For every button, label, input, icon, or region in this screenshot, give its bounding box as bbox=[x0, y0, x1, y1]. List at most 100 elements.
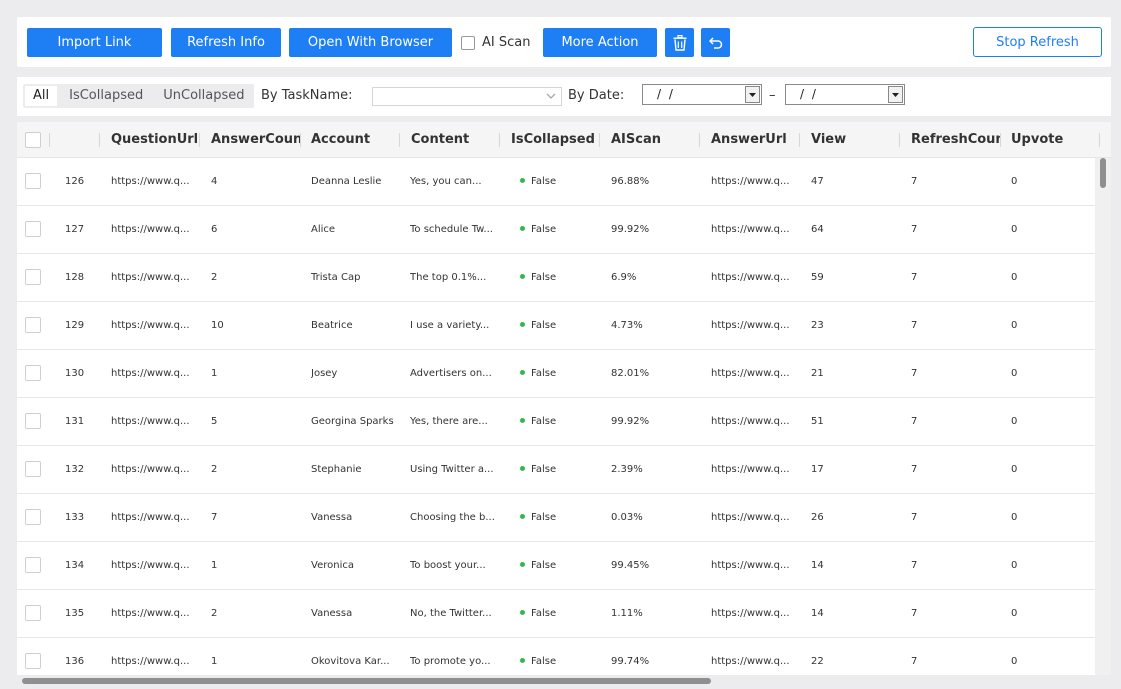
answer-url-cell[interactable]: https://www.q... bbox=[711, 494, 797, 542]
vertical-scrollbar[interactable] bbox=[1095, 158, 1111, 678]
tab-iscollapsed[interactable]: IsCollapsed bbox=[59, 84, 153, 108]
content-cell: Using Twitter a... bbox=[410, 464, 494, 475]
column-divider[interactable] bbox=[599, 133, 600, 147]
taskname-select[interactable] bbox=[372, 87, 562, 106]
column-divider[interactable] bbox=[1099, 133, 1100, 147]
account-cell: Georgina Sparks bbox=[311, 416, 394, 427]
upvote-cell: 0 bbox=[1011, 512, 1018, 523]
toolbar: Import Link Refresh Info Open With Brows… bbox=[17, 17, 1111, 67]
col-header-questionurl[interactable]: QuestionUrl bbox=[111, 122, 197, 158]
account-cell: Vanessa bbox=[311, 608, 353, 619]
view-cell: 14 bbox=[811, 560, 824, 571]
answer-count-cell: 5 bbox=[211, 416, 218, 427]
table-row[interactable]: 131 https://www.q... 5 Georgina Sparks Y… bbox=[17, 398, 1095, 446]
row-checkbox[interactable] bbox=[25, 653, 41, 669]
table-row[interactable]: 126 https://www.q... 4 Deanna Leslie Yes… bbox=[17, 158, 1095, 206]
import-link-button[interactable]: Import Link bbox=[27, 28, 162, 57]
ai-scan-checkbox[interactable]: AI Scan bbox=[461, 28, 530, 57]
question-url-cell[interactable]: https://www.q... bbox=[111, 542, 197, 590]
row-checkbox[interactable] bbox=[25, 509, 41, 525]
col-header-aiscan[interactable]: AIScan bbox=[611, 122, 697, 158]
table-row[interactable]: 130 https://www.q... 1 Josey Advertisers… bbox=[17, 350, 1095, 398]
answer-url-cell[interactable]: https://www.q... bbox=[711, 158, 797, 206]
select-all-checkbox[interactable] bbox=[25, 132, 41, 148]
refresh-count-cell: 7 bbox=[911, 608, 918, 619]
is-collapsed-value: False bbox=[531, 464, 557, 475]
vertical-scroll-thumb[interactable] bbox=[1100, 158, 1106, 188]
delete-button[interactable] bbox=[665, 28, 694, 57]
date-dropdown-button[interactable] bbox=[745, 86, 760, 103]
answer-url-cell[interactable]: https://www.q... bbox=[711, 254, 797, 302]
column-divider[interactable] bbox=[99, 133, 100, 147]
table-row[interactable]: 129 https://www.q... 10 Beatrice I use a… bbox=[17, 302, 1095, 350]
refresh-info-button[interactable]: Refresh Info bbox=[171, 28, 281, 57]
question-url-cell[interactable]: https://www.q... bbox=[111, 590, 197, 638]
row-checkbox[interactable] bbox=[25, 413, 41, 429]
answer-url-cell[interactable]: https://www.q... bbox=[711, 398, 797, 446]
question-url-cell[interactable]: https://www.q... bbox=[111, 446, 197, 494]
col-header-answercount[interactable]: AnswerCount bbox=[211, 122, 301, 158]
date-dropdown-button[interactable] bbox=[888, 86, 903, 103]
date-separator: – bbox=[769, 88, 776, 103]
question-url-cell[interactable]: https://www.q... bbox=[111, 494, 197, 542]
row-checkbox[interactable] bbox=[25, 317, 41, 333]
row-checkbox[interactable] bbox=[25, 173, 41, 189]
ai-scan-cell: 6.9% bbox=[611, 272, 637, 283]
table-row[interactable]: 133 https://www.q... 7 Vanessa Choosing … bbox=[17, 494, 1095, 542]
col-header-iscollapsed[interactable]: IsCollapsed bbox=[511, 122, 597, 158]
checkbox-icon[interactable] bbox=[461, 35, 475, 50]
date-from-picker[interactable]: / / bbox=[642, 84, 762, 105]
table-row[interactable]: 127 https://www.q... 6 Alice To schedule… bbox=[17, 206, 1095, 254]
table-row[interactable]: 132 https://www.q... 2 Stephanie Using T… bbox=[17, 446, 1095, 494]
account-cell: Alice bbox=[311, 224, 336, 235]
answer-url-cell[interactable]: https://www.q... bbox=[711, 446, 797, 494]
column-divider[interactable] bbox=[699, 133, 700, 147]
column-divider[interactable] bbox=[199, 133, 200, 147]
open-with-browser-button[interactable]: Open With Browser bbox=[289, 28, 452, 57]
column-divider[interactable] bbox=[399, 133, 400, 147]
question-url-cell[interactable]: https://www.q... bbox=[111, 350, 197, 398]
content-cell: Yes, you can... bbox=[410, 176, 482, 187]
table-row[interactable]: 134 https://www.q... 1 Veronica To boost… bbox=[17, 542, 1095, 590]
answer-url-cell[interactable]: https://www.q... bbox=[711, 302, 797, 350]
table-row[interactable]: 128 https://www.q... 2 Trista Cap The to… bbox=[17, 254, 1095, 302]
row-checkbox[interactable] bbox=[25, 605, 41, 621]
table-row[interactable]: 135 https://www.q... 2 Vanessa No, the T… bbox=[17, 590, 1095, 638]
row-checkbox[interactable] bbox=[25, 221, 41, 237]
answer-url-cell[interactable]: https://www.q... bbox=[711, 350, 797, 398]
question-url-cell[interactable]: https://www.q... bbox=[111, 398, 197, 446]
column-divider[interactable] bbox=[799, 133, 800, 147]
row-checkbox[interactable] bbox=[25, 557, 41, 573]
column-divider[interactable] bbox=[300, 133, 301, 147]
col-header-upvote[interactable]: Upvote bbox=[1011, 122, 1091, 158]
column-divider[interactable] bbox=[499, 133, 500, 147]
row-checkbox[interactable] bbox=[25, 269, 41, 285]
date-to-value: / / bbox=[800, 87, 818, 101]
col-header-content[interactable]: Content bbox=[411, 122, 497, 158]
row-checkbox[interactable] bbox=[25, 365, 41, 381]
undo-icon bbox=[708, 36, 722, 49]
column-divider[interactable] bbox=[49, 133, 50, 147]
col-header-view[interactable]: View bbox=[811, 122, 897, 158]
col-header-account[interactable]: Account bbox=[311, 122, 397, 158]
col-header-answerurl[interactable]: AnswerUrl bbox=[711, 122, 797, 158]
col-header-refreshcount[interactable]: RefreshCount bbox=[911, 122, 1001, 158]
more-action-button[interactable]: More Action bbox=[543, 28, 657, 57]
question-url-cell[interactable]: https://www.q... bbox=[111, 158, 197, 206]
question-url-cell[interactable]: https://www.q... bbox=[111, 206, 197, 254]
row-checkbox[interactable] bbox=[25, 461, 41, 477]
tab-all[interactable]: All bbox=[25, 86, 58, 106]
answer-url-cell[interactable]: https://www.q... bbox=[711, 206, 797, 254]
column-divider[interactable] bbox=[899, 133, 900, 147]
question-url-cell[interactable]: https://www.q... bbox=[111, 254, 197, 302]
answer-url-cell[interactable]: https://www.q... bbox=[711, 542, 797, 590]
stop-refresh-button[interactable]: Stop Refresh bbox=[973, 27, 1102, 57]
date-to-picker[interactable]: / / bbox=[785, 84, 905, 105]
tab-uncollapsed[interactable]: UnCollapsed bbox=[153, 84, 254, 108]
horizontal-scrollbar[interactable] bbox=[17, 675, 1111, 689]
question-url-cell[interactable]: https://www.q... bbox=[111, 302, 197, 350]
horizontal-scroll-thumb[interactable] bbox=[22, 678, 711, 684]
undo-button[interactable] bbox=[701, 28, 730, 57]
column-divider[interactable] bbox=[1000, 133, 1001, 147]
answer-url-cell[interactable]: https://www.q... bbox=[711, 590, 797, 638]
